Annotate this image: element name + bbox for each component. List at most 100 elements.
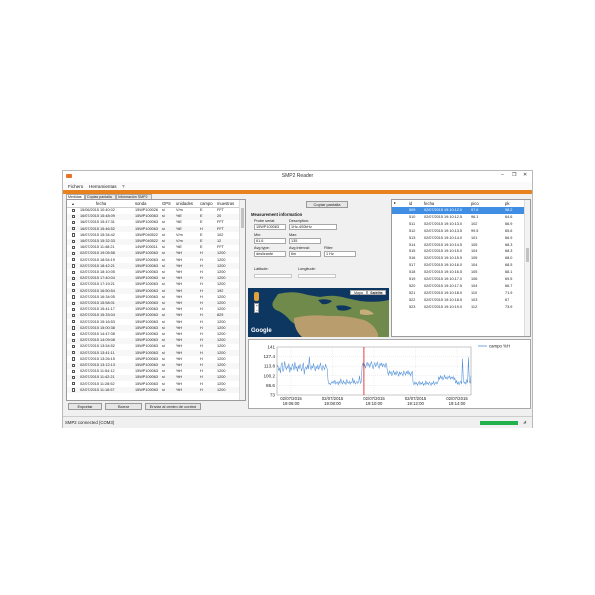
row-checkbox[interactable] [72,382,76,386]
restore-button[interactable]: ❐ [512,172,516,178]
col-header-id[interactable]: id [409,201,412,206]
row-field: H [200,307,203,312]
row-field: E [200,232,203,237]
table-row[interactable]: 523 02/07/2015 19:10:19.0 112 73.9 [392,304,530,311]
y-tick-label: 73 [270,393,276,398]
table-row[interactable]: 522 02/07/2015 19:10:18.5 103 67 [392,297,530,304]
map-type-button[interactable]: Mapa [350,290,367,295]
avg-type-field[interactable]: deslizante [254,251,286,257]
screenshot-button[interactable]: Copiar pantalla [306,201,348,208]
row-probe: 15WP100063 [135,381,159,386]
row-checkbox[interactable] [72,357,76,361]
col-header-units[interactable]: unidades [176,201,193,206]
table-row[interactable]: 517 02/07/2015 19:10:16.0 104 68.5 [392,262,530,269]
table-row[interactable]: 513 02/07/2015 19:10:14.0 101 66.9 [392,235,530,242]
min-field[interactable]: 61.6 [254,238,286,244]
progress-fill [480,421,518,425]
row-checkbox[interactable] [72,258,76,262]
row-checkbox[interactable] [72,320,76,324]
col-header-field[interactable]: campo [200,201,213,206]
menu-file[interactable]: Fichero [68,184,83,189]
avg-interval-field[interactable]: 6m [289,251,321,257]
row-checkbox[interactable] [72,307,76,312]
probe-serial-field[interactable]: 15WP100063 [254,224,286,230]
col-header-samples[interactable]: muestras [217,201,234,206]
col-header-date[interactable]: fecha [96,201,106,206]
row-checkbox[interactable] [72,295,76,299]
table-row[interactable]: 516 02/07/2015 19:10:15.5 105 68.0 [392,255,530,262]
row-checkbox[interactable] [72,264,76,268]
row-checkbox[interactable] [72,208,76,212]
zoom-out-button[interactable]: − [256,308,258,313]
table-row[interactable]: 515 02/07/2015 19:10:15.0 104 68.3 [392,248,530,255]
delete-button[interactable]: Borrar [105,403,142,410]
table-row[interactable]: 519 02/07/2015 19:10:17.0 106 69.5 [392,276,530,283]
filter-field[interactable]: 1 Hz [324,251,356,257]
col-header-probe[interactable]: sonda [135,201,146,206]
samples-scrollbar[interactable] [524,200,530,336]
street-view-pegman-icon[interactable] [254,292,259,301]
table-row[interactable]: 514 02/07/2015 19:10:14.5 105 68.3 [392,242,530,249]
row-field: H [200,369,203,374]
minimize-button[interactable]: – [501,172,504,178]
latitude-field[interactable] [254,274,292,278]
row-checkbox[interactable] [72,326,76,330]
table-row[interactable]: 511 02/07/2015 19:10:13.0 102 66.9 [392,221,530,228]
row-indicator-icon: ▸ [394,200,397,205]
scrollbar-thumb[interactable] [241,208,244,228]
list-scrollbar[interactable] [239,200,245,400]
resize-grip-icon[interactable]: ◢ [523,419,526,424]
row-checkbox[interactable] [72,239,76,243]
row-checkbox[interactable] [72,338,76,343]
row-checkbox[interactable] [72,301,76,305]
samples-table: ▸ id fecha pico pk 509 02/07/2015 19:10:1… [391,199,531,337]
table-row[interactable]: 509 02/07/2015 19:10:12.0 97.6 98.2 [392,207,530,214]
row-checkbox[interactable] [72,227,76,231]
row-checkbox[interactable] [72,251,76,256]
col-header-peak[interactable]: pico [471,201,479,206]
row-units: %H [176,301,183,306]
row-checkbox[interactable] [72,332,76,336]
table-row[interactable]: 518 02/07/2015 19:10:16.5 105 68.1 [392,269,530,276]
row-checkbox[interactable] [72,270,76,274]
send-control-center-button[interactable]: Enviar al centro de control [145,403,201,410]
close-button[interactable]: ✕ [523,172,527,178]
table-row[interactable]: 512 02/07/2015 19:10:13.5 99.5 65.6 [392,228,530,235]
table-row[interactable]: 520 02/07/2015 19:10:17.5 104 66.7 [392,283,530,290]
row-checkbox[interactable] [72,388,76,392]
menu-help[interactable]: ? [122,184,125,189]
col-header-pk[interactable]: pk [505,201,509,206]
col-header-gps[interactable]: GPS [162,201,171,206]
description-field[interactable]: 1Hz-400kHz [289,224,337,230]
list-item[interactable]: 02/07/2015 11:16:57 15WP100063 si %H H 1200 [67,387,245,394]
row-checkbox[interactable] [72,289,76,293]
row-checkbox[interactable] [72,214,76,219]
row-checkbox[interactable] [72,369,76,374]
row-checkbox[interactable] [72,351,76,355]
row-checkbox[interactable] [72,363,76,367]
row-checkbox[interactable] [72,276,76,281]
satellite-map[interactable]: + − Mapa Satélite Google [248,288,389,337]
table-row[interactable]: 521 02/07/2015 19:10:18.0 110 71.9 [392,290,530,297]
row-probe: 15WP100063 [135,344,159,349]
sort-arrow-icon[interactable]: ▴ [72,201,74,206]
menu-tools[interactable]: Herramientas [89,184,117,189]
max-field[interactable]: 135 [289,238,321,244]
row-checkbox[interactable] [72,233,76,237]
table-row[interactable]: 510 02/07/2015 19:10:12.5 96.1 64.6 [392,214,530,221]
row-probe: 15WP040522 [135,232,159,237]
row-checkbox[interactable] [72,245,76,250]
satellite-type-button[interactable]: Satélite [367,290,386,295]
row-checkbox[interactable] [72,313,76,318]
row-units: %H [176,332,183,337]
row-checkbox[interactable] [72,220,76,225]
export-button[interactable]: Exportar [68,403,102,410]
row-checkbox[interactable] [72,375,76,380]
longitude-field[interactable] [298,274,336,278]
row-field: H [200,263,203,268]
row-units: V/m [176,232,183,237]
row-checkbox[interactable] [72,282,76,287]
col-header-date[interactable]: fecha [424,201,434,206]
row-checkbox[interactable] [72,344,76,349]
scrollbar-thumb[interactable] [526,248,529,262]
